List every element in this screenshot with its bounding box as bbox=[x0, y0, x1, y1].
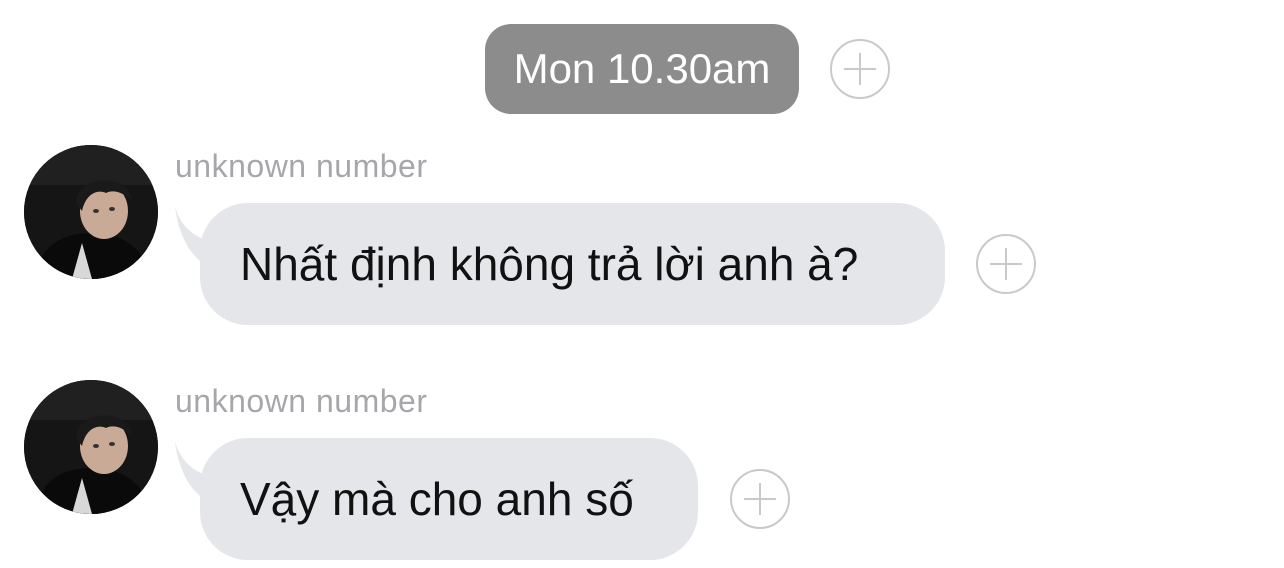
add-reaction-plus-icon[interactable] bbox=[976, 234, 1036, 294]
avatar-photo bbox=[24, 380, 158, 514]
sender-name: unknown number bbox=[175, 148, 428, 184]
sender-name: unknown number bbox=[175, 383, 428, 419]
message-bubble[interactable]: Vậy mà cho anh số bbox=[200, 438, 698, 560]
add-reaction-plus-icon[interactable] bbox=[730, 469, 790, 529]
avatar[interactable] bbox=[24, 380, 158, 514]
add-reaction-plus-icon[interactable] bbox=[830, 39, 890, 99]
timestamp-pill[interactable]: Mon 10.30am bbox=[485, 24, 799, 114]
message-bubble[interactable]: Nhất định không trả lời anh à? bbox=[200, 203, 945, 325]
avatar-photo bbox=[24, 145, 158, 279]
avatar[interactable] bbox=[24, 145, 158, 279]
